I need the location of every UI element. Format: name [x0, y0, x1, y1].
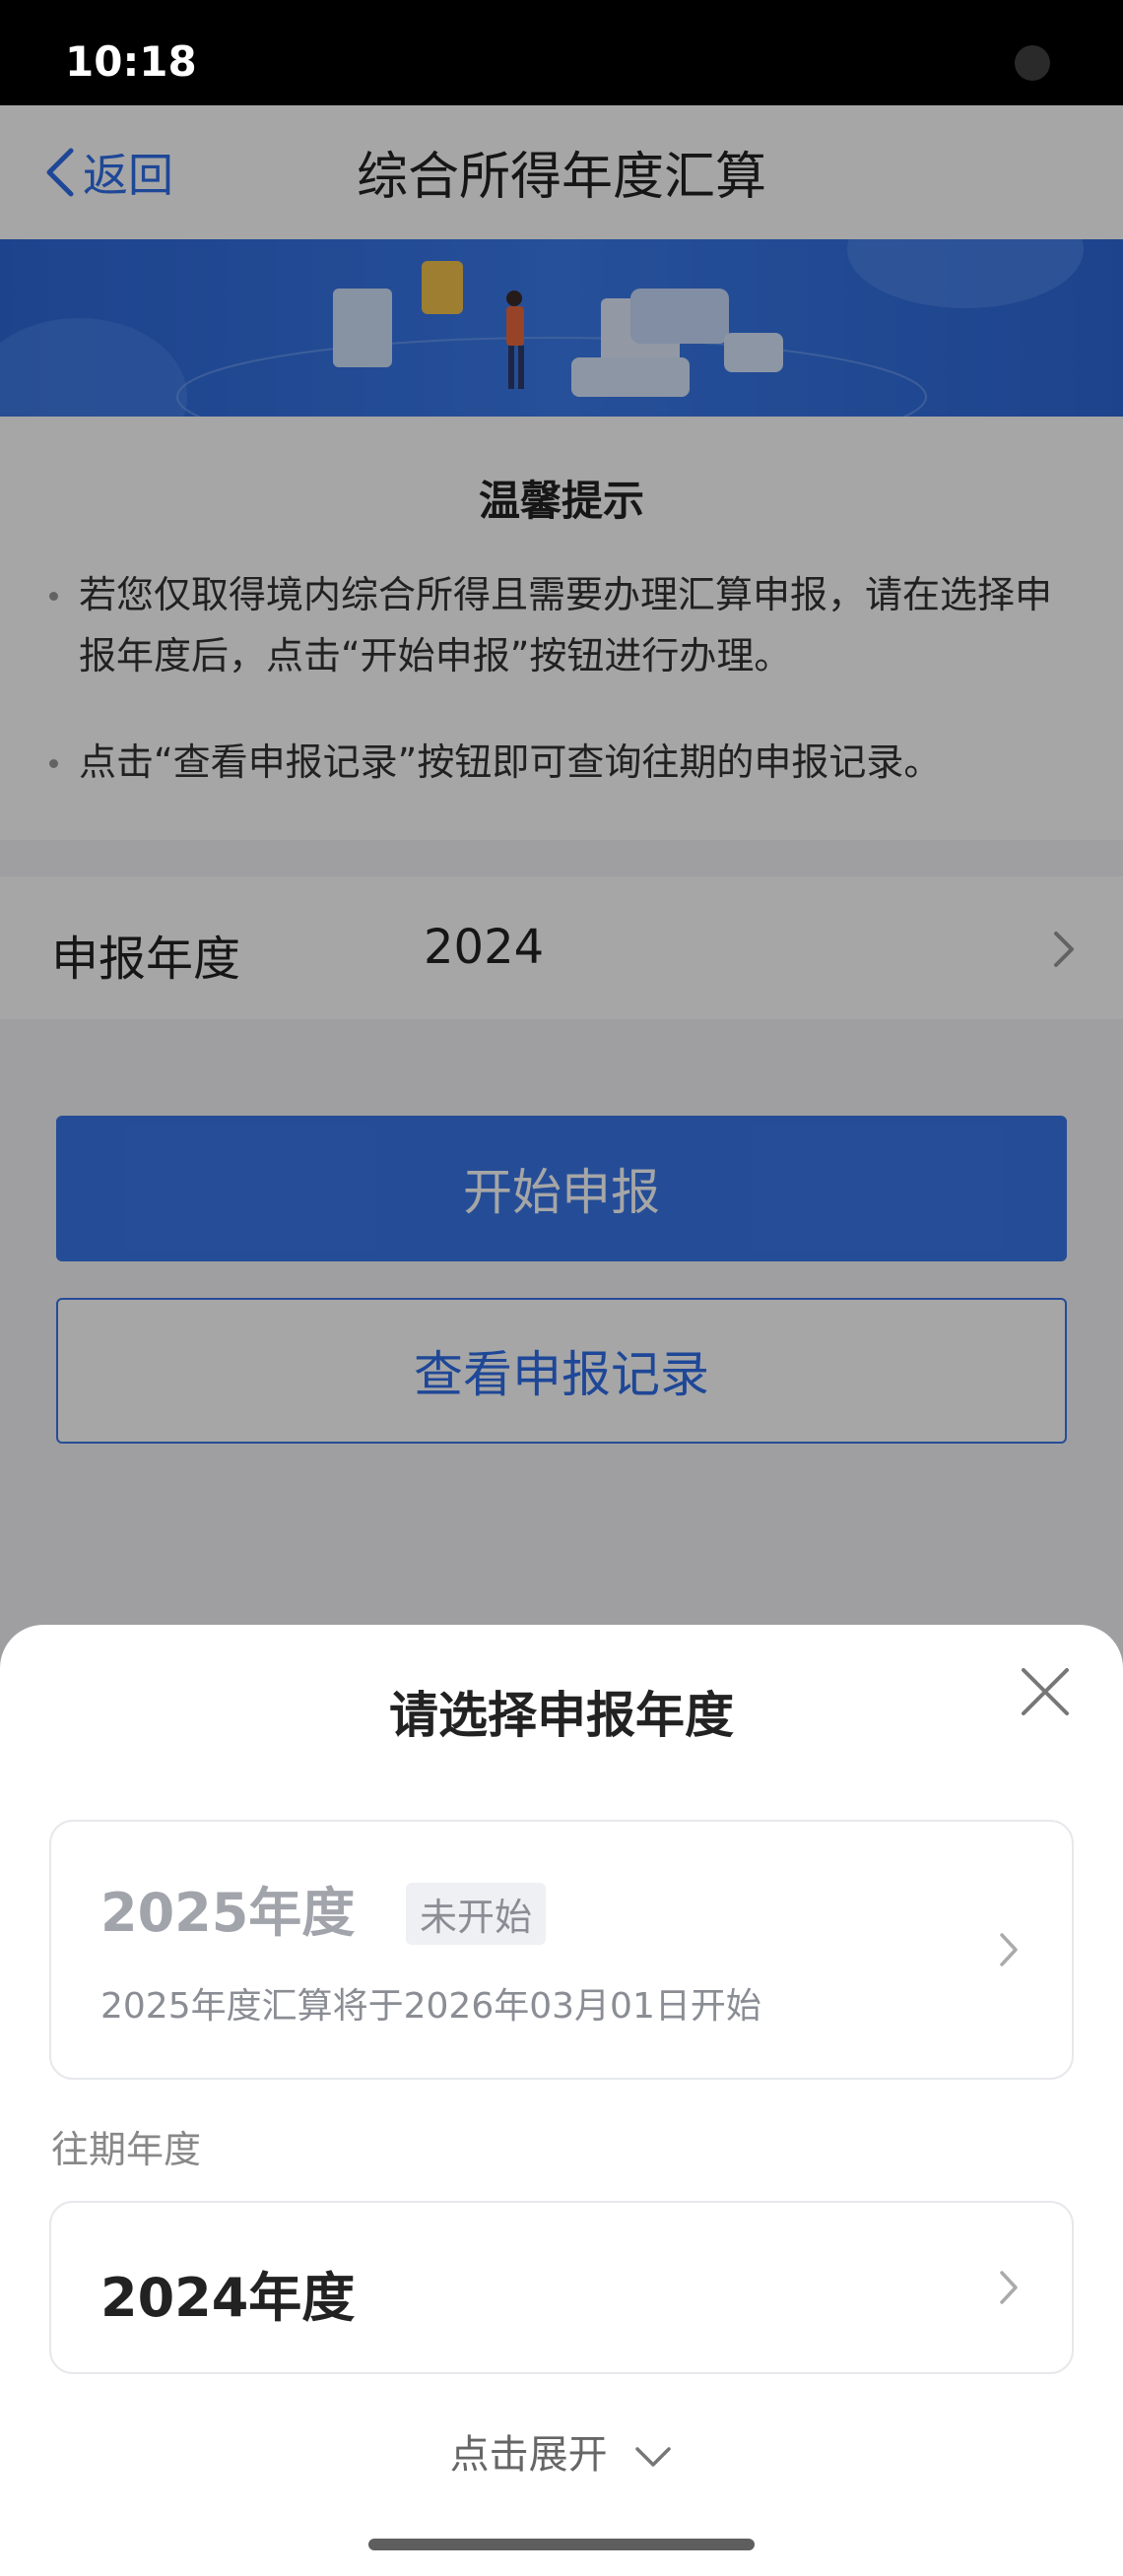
- year-card-title: 2024年度: [100, 2267, 356, 2329]
- status-indicator-icon: [1015, 45, 1050, 81]
- chevron-right-icon: [1000, 1933, 1018, 1966]
- past-years-label: 往期年度: [51, 2128, 202, 2171]
- year-card-2024[interactable]: 2024年度: [49, 2201, 1074, 2374]
- status-badge: 未开始: [406, 1883, 547, 1945]
- chevron-right-icon: [1000, 2271, 1018, 2304]
- expand-label: 点击展开: [449, 2432, 608, 2478]
- close-icon[interactable]: [1018, 1664, 1073, 1719]
- status-bar: 10:18: [0, 0, 1123, 105]
- sheet-title: 请选择申报年度: [389, 1687, 734, 1744]
- expand-button[interactable]: 点击展开: [0, 2422, 1123, 2479]
- status-time: 10:18: [65, 37, 197, 86]
- chevron-down-icon: [635, 2447, 672, 2467]
- year-card-title: 2025年度: [100, 1882, 356, 1944]
- year-card-desc: 2025年度汇算将于2026年03月01日开始: [100, 1986, 761, 2027]
- home-indicator[interactable]: [368, 2539, 755, 2550]
- year-card-2025[interactable]: 2025年度 未开始 2025年度汇算将于2026年03月01日开始: [49, 1820, 1074, 2080]
- year-picker-sheet: 请选择申报年度 2025年度 未开始 2025年度汇算将于2026年03月01日…: [0, 1625, 1123, 2576]
